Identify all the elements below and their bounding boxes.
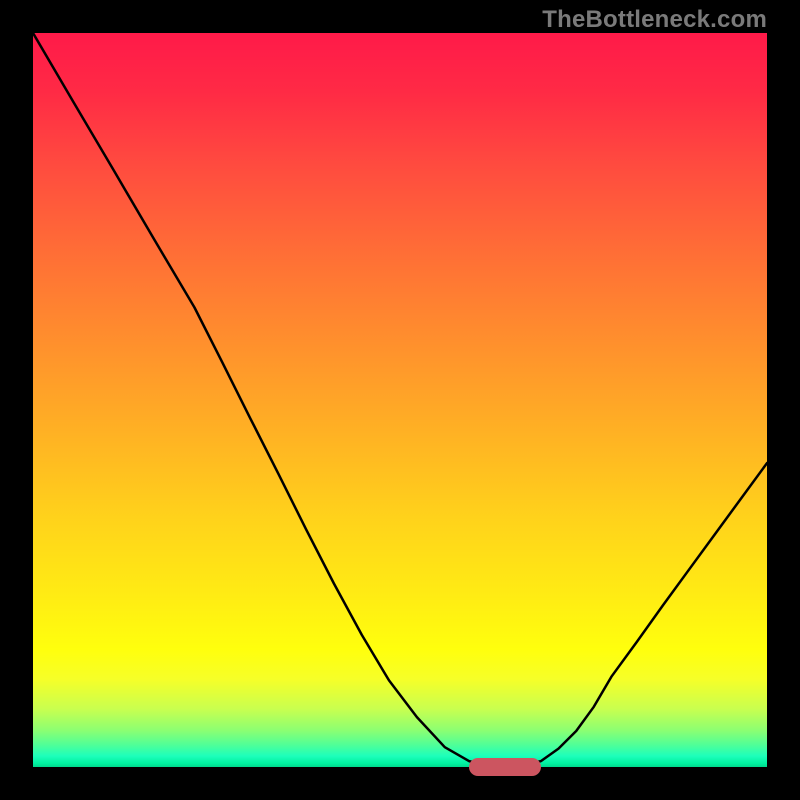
watermark-text: TheBottleneck.com [542,6,767,34]
bottleneck-curve-path [33,33,767,766]
curve-layer [33,33,767,767]
bottleneck-chart: TheBottleneck.com [0,0,800,800]
optimal-marker [469,758,541,776]
